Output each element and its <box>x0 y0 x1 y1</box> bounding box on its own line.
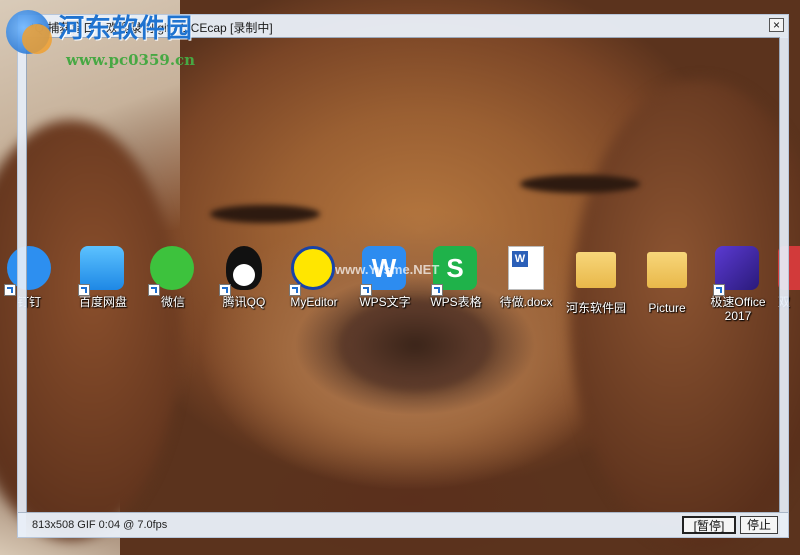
pause-button[interactable]: [暂停] <box>682 516 736 534</box>
site-watermark: 河东软件园 www.pc0359.cn <box>4 6 244 69</box>
recording-statusbar: 813x508 GIF 0:04 @ 7.0fps [暂停] 停止 <box>18 512 788 537</box>
frame-border-right[interactable] <box>780 37 788 537</box>
watermark-logo-accent <box>22 24 52 54</box>
close-button[interactable]: × <box>769 18 784 32</box>
watermark-overlay-text: www.Yvsme.NET <box>335 262 440 277</box>
watermark-title: 河东软件园 <box>58 14 194 44</box>
frame-border-left[interactable] <box>18 37 26 537</box>
shortcut-arrow-icon <box>4 284 16 296</box>
watermark-url: www.pc0359.cn <box>66 51 196 69</box>
stop-button[interactable]: 停止 <box>740 516 778 534</box>
recording-info: 813x508 GIF 0:04 @ 7.0fps <box>32 519 168 531</box>
